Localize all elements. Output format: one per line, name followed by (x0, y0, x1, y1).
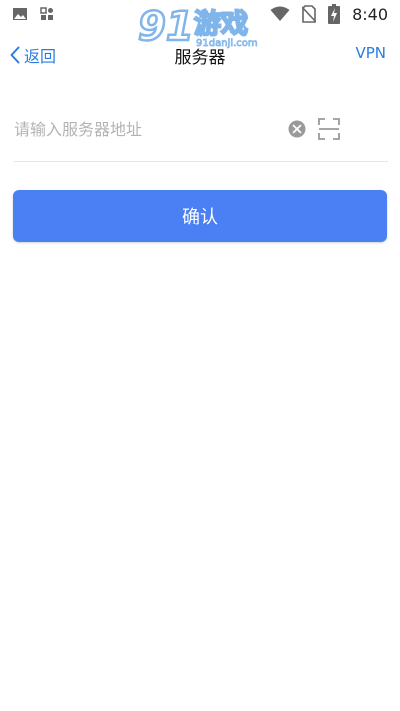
image-icon (12, 7, 28, 21)
confirm-button[interactable]: 确认 (13, 190, 387, 242)
no-sim-icon (302, 5, 317, 23)
vpn-button[interactable]: VPN (355, 44, 386, 62)
apps-icon (40, 7, 54, 21)
server-address-input[interactable] (14, 114, 276, 144)
status-left (12, 7, 54, 21)
clear-icon[interactable] (288, 120, 306, 138)
page-title: 服务器 (174, 48, 226, 68)
status-time: 8:40 (352, 4, 388, 24)
wifi-icon (270, 6, 290, 22)
server-address-row (14, 108, 388, 162)
nav-bar: 返回 服务器 VPN (0, 36, 400, 74)
status-right: 8:40 (270, 4, 388, 24)
battery-charging-icon (328, 4, 341, 24)
scan-qr-icon[interactable] (318, 118, 340, 140)
server-settings-screen: 8:40 91 游戏 91danji.com 返回 服务器 VPN 请输入服务器… (0, 0, 400, 711)
